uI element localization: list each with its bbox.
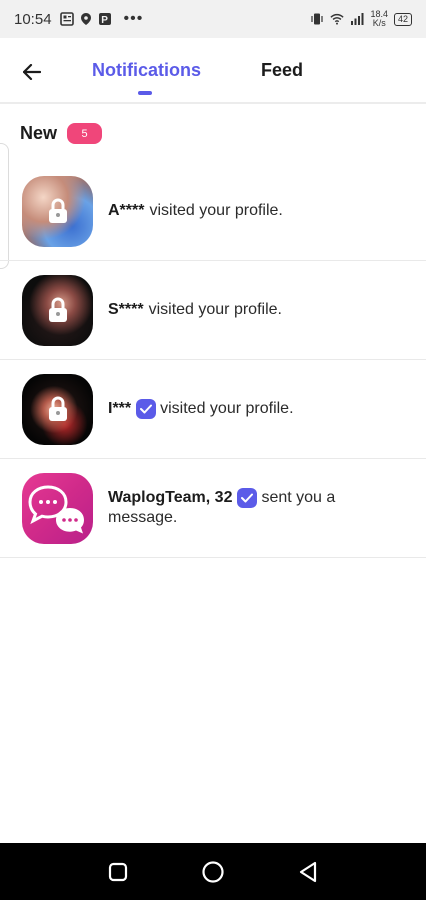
signal-icon [351,13,364,25]
new-count-badge: 5 [67,123,103,144]
vibrate-icon [311,13,324,25]
avatar [22,373,93,445]
status-right: 18.4 K/s 42 [310,10,412,28]
back-button[interactable] [18,58,46,86]
home-button[interactable] [198,857,228,887]
lock-icon [48,396,67,421]
notification-action: visited your profile. [149,202,283,219]
notification-action: visited your profile. [148,301,282,318]
section-title: New [20,123,58,143]
notification-row[interactable]: WaplogTeam, 32 sent you a message. [0,459,426,558]
status-bar: 10:54 P ••• 18.4 K/s 42 [0,0,426,38]
notification-action-continued: message. [108,509,178,526]
notification-action: sent you a [261,489,336,506]
notification-action: visited your profile. [160,400,294,417]
notification-icons: P [59,12,112,26]
active-tab-indicator [138,91,152,95]
user-name: A**** [108,202,145,219]
app-header: Notifications Feed [0,38,426,104]
chat-bubbles-icon [28,484,84,533]
app-p-icon: P [98,13,111,26]
location-pin-icon [80,13,91,25]
system-nav-bar [0,843,426,900]
recent-apps-icon [108,862,127,881]
section-header: New 5 [20,123,103,144]
user-name: I*** [108,400,132,417]
notification-list: A**** visited your profile. S**** visite… [0,162,426,558]
system-back-button[interactable] [293,857,323,887]
verified-badge-icon [136,399,157,419]
network-speed: 18.4 K/s [370,10,388,28]
notification-row[interactable]: A**** visited your profile. [0,162,426,261]
recent-apps-button[interactable] [103,857,133,887]
status-time: 10:54 [14,10,52,28]
home-icon [202,860,224,883]
wifi-icon [330,13,345,25]
notification-text: S**** visited your profile. [108,300,378,320]
notification-row[interactable]: I*** visited your profile. [0,360,426,459]
lock-icon [48,198,67,223]
lock-icon [48,297,67,322]
tab-feed[interactable]: Feed [261,60,303,81]
svg-text:P: P [101,15,108,26]
user-name: WaplogTeam, 32 [108,489,233,506]
verified-badge-icon [237,488,258,508]
message-line: WaplogTeam, 32 sent you a [108,488,388,508]
avatar [22,175,93,247]
more-notifications-dots: ••• [123,10,144,27]
arrow-left-icon [23,64,41,80]
back-triangle-icon [300,861,317,882]
notification-text: A**** visited your profile. [108,201,378,221]
tab-notifications[interactable]: Notifications [92,60,201,81]
user-name: S**** [108,301,144,318]
speed-unit: K/s [372,18,386,28]
notification-row[interactable]: S**** visited your profile. [0,261,426,360]
news-icon [59,12,74,26]
battery-indicator: 42 [393,12,412,26]
status-left: 10:54 P ••• [14,10,143,28]
avatar [22,274,93,346]
notification-text: WaplogTeam, 32 sent you a message. [108,488,388,528]
avatar [22,472,93,544]
notification-text: I*** visited your profile. [108,399,378,419]
